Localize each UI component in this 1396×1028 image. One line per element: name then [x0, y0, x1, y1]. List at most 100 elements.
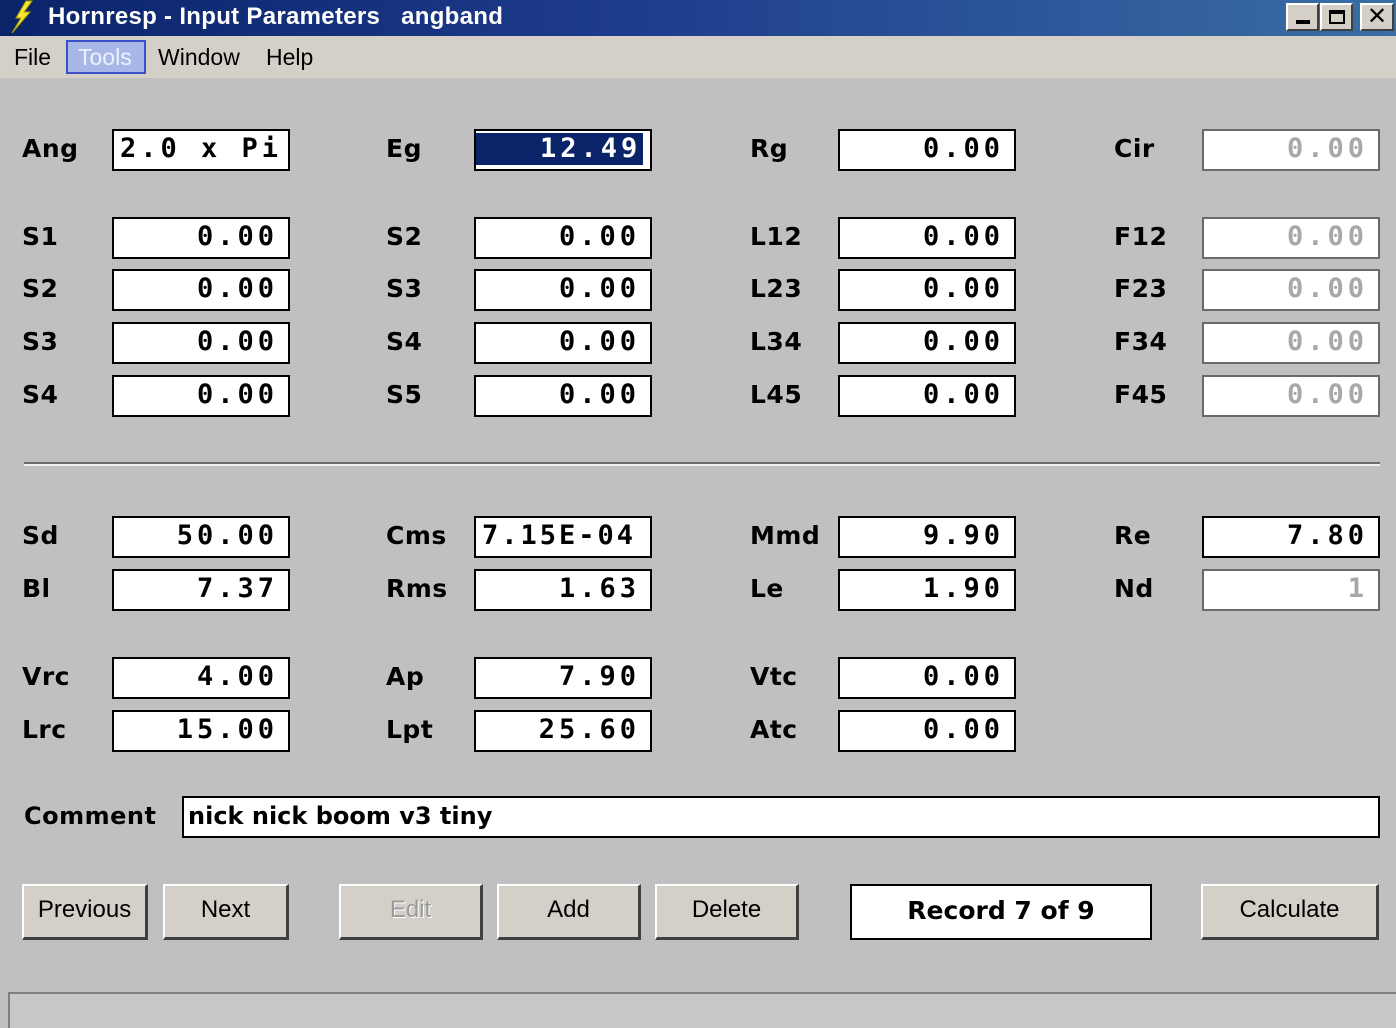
- field-ang[interactable]: 2.0 x Pi: [112, 129, 290, 171]
- label-s4: S4: [386, 327, 423, 356]
- field-lpt[interactable]: 25.60: [474, 710, 652, 752]
- label-l34: L34: [750, 327, 803, 356]
- field-l34[interactable]: 0.00: [838, 322, 1016, 364]
- label-ang: Ang: [22, 134, 79, 163]
- field-eg-value: 12.49: [476, 133, 644, 165]
- field-cms[interactable]: 7.15E-04: [474, 516, 652, 558]
- label-mmd: Mmd: [750, 521, 821, 550]
- label-rg: Rg: [750, 134, 789, 163]
- label-s3: S3: [386, 274, 423, 303]
- field-l23[interactable]: 0.00: [838, 269, 1016, 311]
- field-f45: 0.00: [1202, 375, 1380, 417]
- edit-button: Edit: [339, 884, 483, 940]
- label-vrc: Vrc: [22, 662, 70, 691]
- minimize-button[interactable]: [1286, 3, 1319, 31]
- label-f34: F34: [1114, 327, 1168, 356]
- field-s3[interactable]: 0.00: [112, 322, 290, 364]
- window-title: Hornresp - Input Parameters angband: [48, 3, 504, 30]
- label-s5: S5: [386, 380, 423, 409]
- edit-button-label: Edit: [389, 896, 432, 923]
- menu-tools[interactable]: Tools: [66, 40, 146, 74]
- delete-button-label: Delete: [691, 896, 762, 923]
- status-bar: [0, 988, 1396, 1028]
- add-button-label: Add: [547, 896, 590, 923]
- calculate-button-label: Calculate: [1239, 896, 1340, 923]
- label-s4: S4: [22, 380, 59, 409]
- field-sd[interactable]: 50.00: [112, 516, 290, 558]
- field-s5[interactable]: 0.00: [474, 375, 652, 417]
- delete-button[interactable]: Delete: [655, 884, 799, 940]
- menu-bar: File Tools Window Help: [0, 36, 1396, 78]
- section-divider: [24, 462, 1380, 466]
- menu-file[interactable]: File: [4, 40, 61, 74]
- label-ap: Ap: [386, 662, 425, 691]
- maximize-button[interactable]: [1320, 3, 1353, 31]
- maximize-icon: [1329, 10, 1345, 24]
- field-l12[interactable]: 0.00: [838, 217, 1016, 259]
- field-f12: 0.00: [1202, 217, 1380, 259]
- minimize-icon: [1296, 20, 1310, 24]
- label-s1: S1: [22, 222, 59, 251]
- field-lrc[interactable]: 15.00: [112, 710, 290, 752]
- field-f34: 0.00: [1202, 322, 1380, 364]
- field-nd: 1: [1202, 569, 1380, 611]
- comment-field[interactable]: nick nick boom v3 tiny: [182, 796, 1380, 838]
- label-comment: Comment: [24, 802, 157, 830]
- close-icon: ✕: [1366, 3, 1388, 30]
- label-lpt: Lpt: [386, 715, 434, 744]
- field-s2[interactable]: 0.00: [112, 269, 290, 311]
- menu-window[interactable]: Window: [148, 40, 250, 74]
- previous-button[interactable]: Previous: [22, 884, 148, 940]
- field-s4[interactable]: 0.00: [112, 375, 290, 417]
- field-s1[interactable]: 0.00: [112, 217, 290, 259]
- field-rms[interactable]: 1.63: [474, 569, 652, 611]
- label-cir: Cir: [1114, 134, 1155, 163]
- status-panel: [8, 992, 1396, 1028]
- field-atc[interactable]: 0.00: [838, 710, 1016, 752]
- next-button-label: Next: [200, 896, 251, 923]
- add-button[interactable]: Add: [497, 884, 641, 940]
- menu-help[interactable]: Help: [256, 40, 323, 74]
- field-vrc[interactable]: 4.00: [112, 657, 290, 699]
- field-re[interactable]: 7.80: [1202, 516, 1380, 558]
- field-f23: 0.00: [1202, 269, 1380, 311]
- lightning-bolt-icon: [11, 0, 33, 34]
- close-button[interactable]: ✕: [1360, 3, 1394, 31]
- label-f45: F45: [1114, 380, 1168, 409]
- label-s2: S2: [22, 274, 59, 303]
- field-s3-seg2[interactable]: 0.00: [474, 269, 652, 311]
- title-bar: Hornresp - Input Parameters angband ✕: [0, 0, 1396, 36]
- label-re: Re: [1114, 521, 1152, 550]
- input-parameters-form: Ang 2.0 x Pi Eg 12.49 Rg 0.00 Cir 0.00 S…: [4, 78, 1392, 988]
- label-eg: Eg: [386, 134, 422, 163]
- label-f23: F23: [1114, 274, 1168, 303]
- calculate-button[interactable]: Calculate: [1201, 884, 1379, 940]
- field-l45[interactable]: 0.00: [838, 375, 1016, 417]
- field-vtc[interactable]: 0.00: [838, 657, 1016, 699]
- label-vtc: Vtc: [750, 662, 798, 691]
- field-cir: 0.00: [1202, 129, 1380, 171]
- label-l23: L23: [750, 274, 803, 303]
- field-bl[interactable]: 7.37: [112, 569, 290, 611]
- label-s2: S2: [386, 222, 423, 251]
- next-button[interactable]: Next: [163, 884, 289, 940]
- label-bl: Bl: [22, 574, 51, 603]
- label-lrc: Lrc: [22, 715, 67, 744]
- label-l12: L12: [750, 222, 803, 251]
- field-le[interactable]: 1.90: [838, 569, 1016, 611]
- label-f12: F12: [1114, 222, 1168, 251]
- field-s4-seg3[interactable]: 0.00: [474, 322, 652, 364]
- record-indicator: Record 7 of 9: [850, 884, 1152, 940]
- label-rms: Rms: [386, 574, 448, 603]
- field-mmd[interactable]: 9.90: [838, 516, 1016, 558]
- field-ap[interactable]: 7.90: [474, 657, 652, 699]
- label-s3: S3: [22, 327, 59, 356]
- label-cms: Cms: [386, 521, 447, 550]
- field-eg[interactable]: 12.49: [474, 129, 652, 171]
- label-sd: Sd: [22, 521, 59, 550]
- label-nd: Nd: [1114, 574, 1154, 603]
- field-s2-seg1[interactable]: 0.00: [474, 217, 652, 259]
- field-rg[interactable]: 0.00: [838, 129, 1016, 171]
- previous-button-label: Previous: [37, 896, 132, 923]
- label-l45: L45: [750, 380, 803, 409]
